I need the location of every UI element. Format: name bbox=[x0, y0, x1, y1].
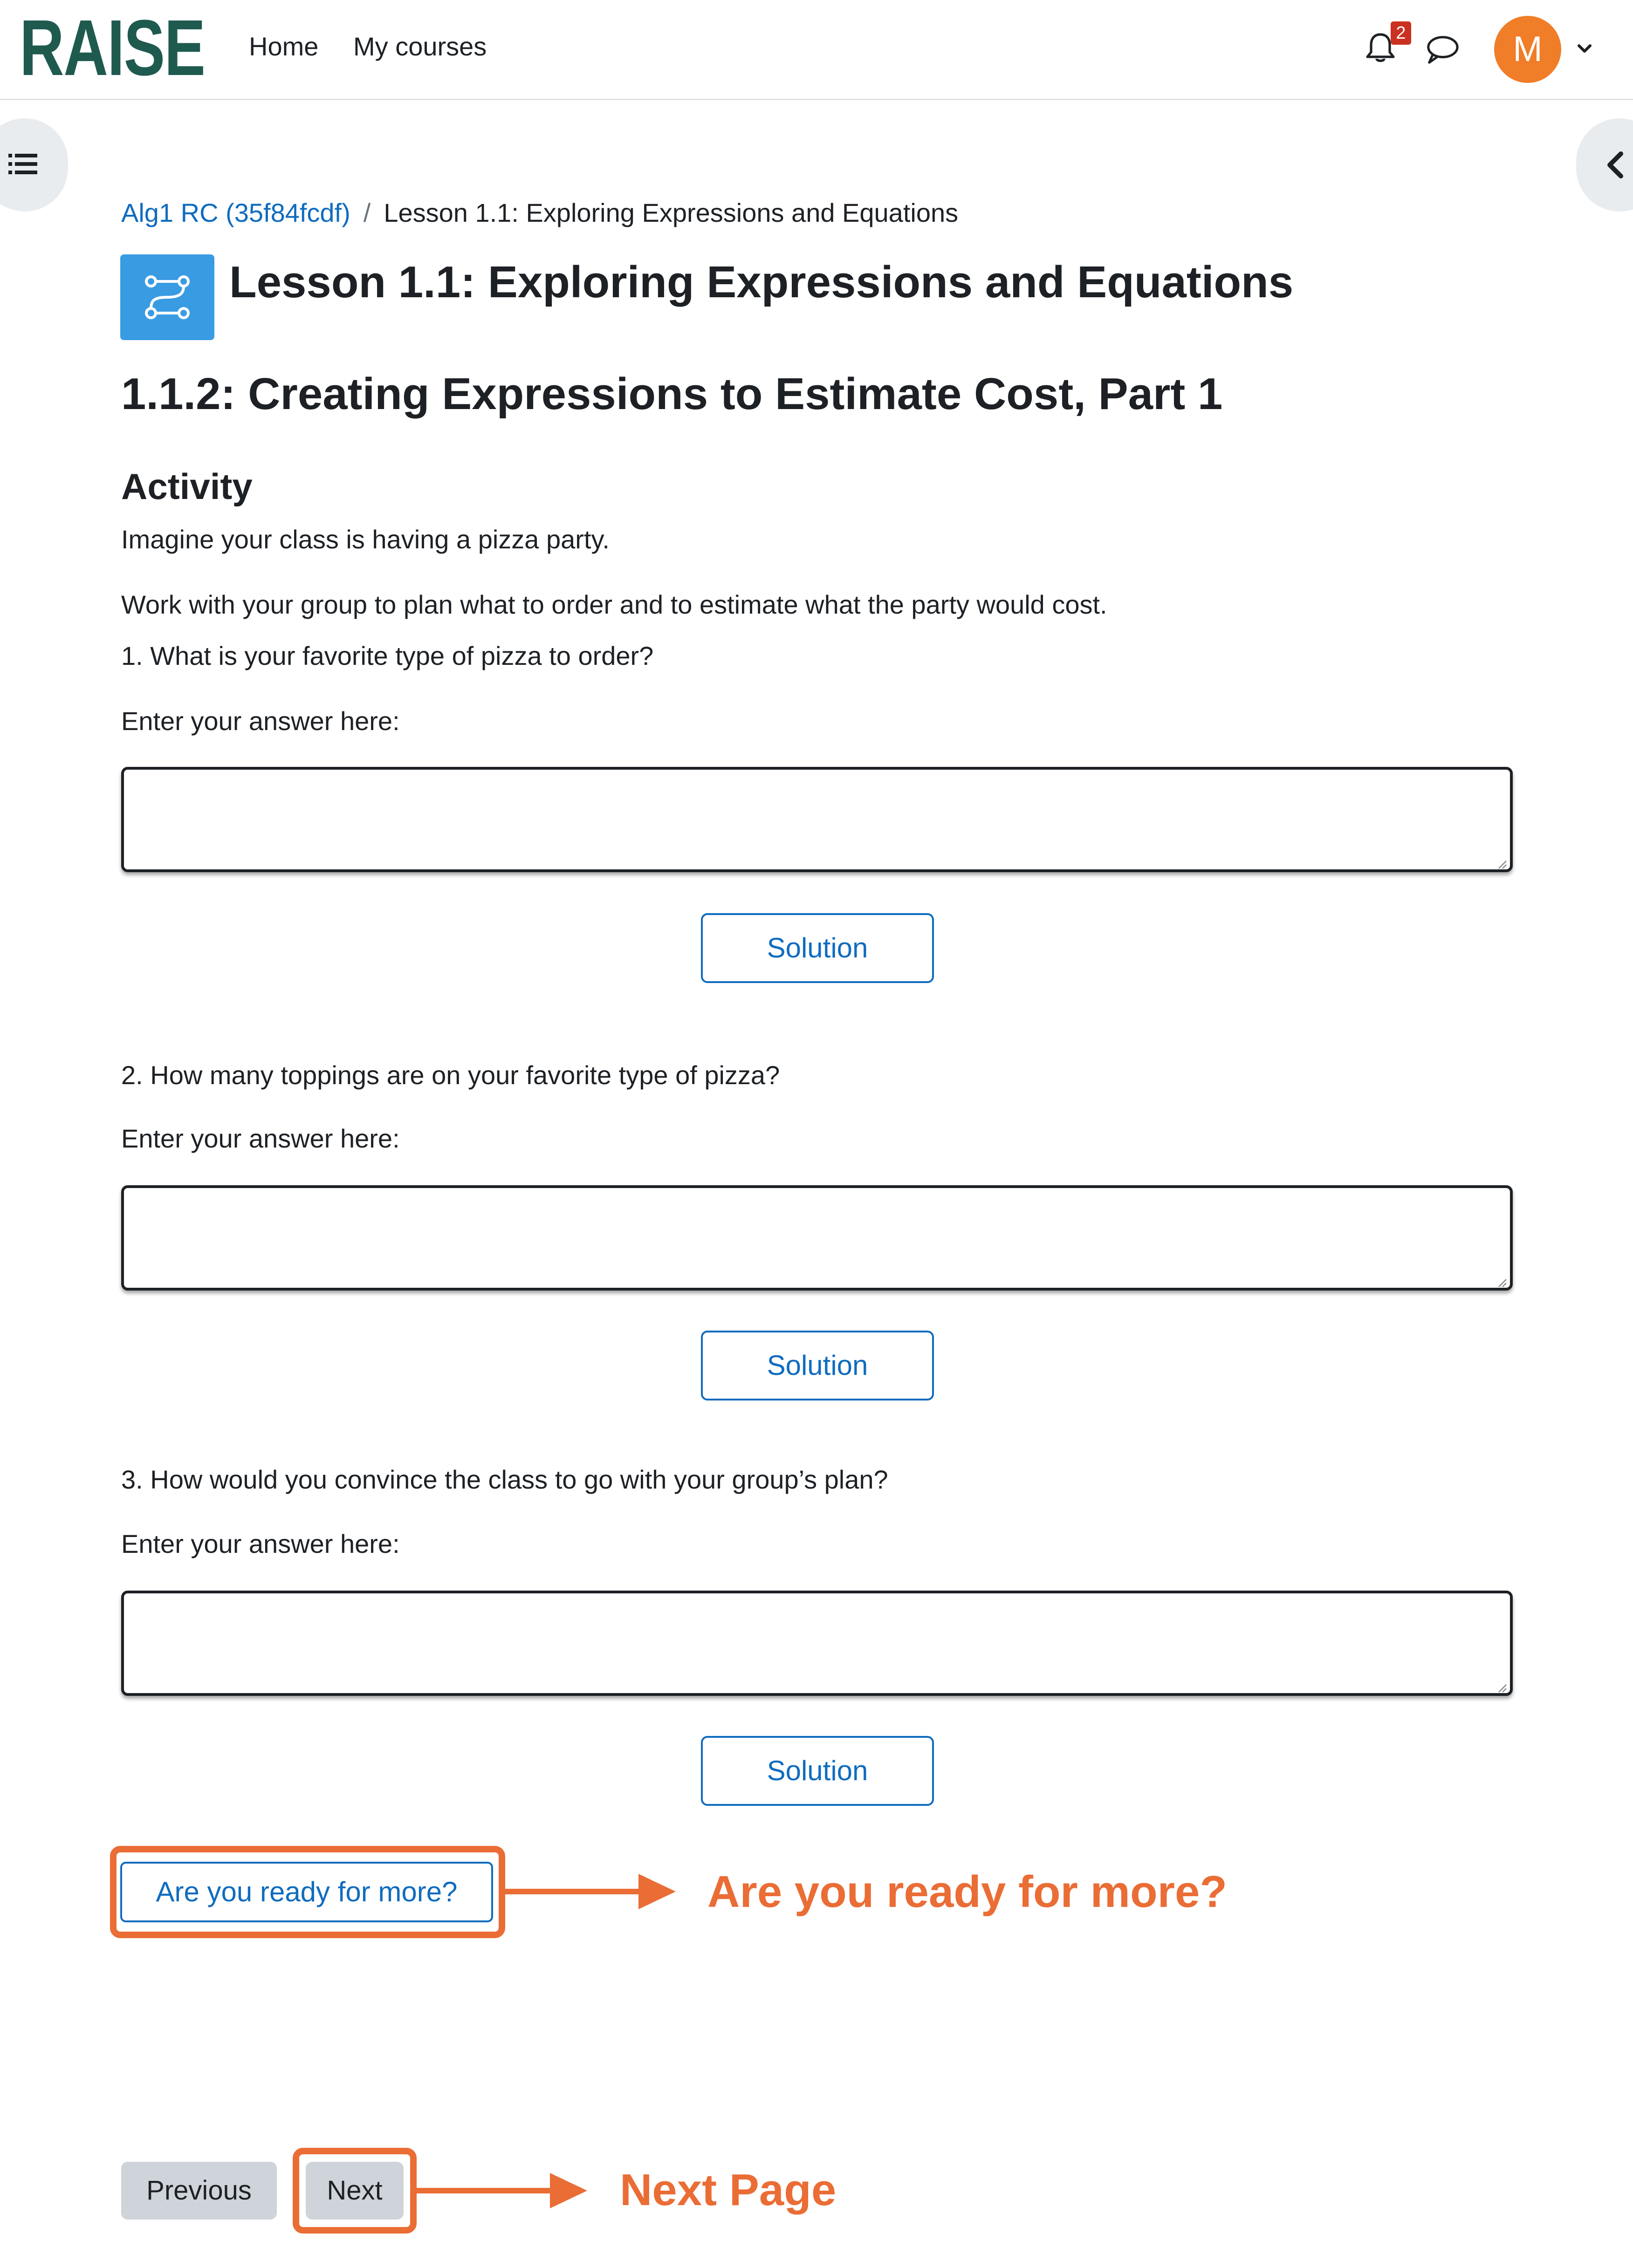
activity-heading: Activity bbox=[121, 466, 253, 507]
chevron-left-icon bbox=[1607, 151, 1623, 178]
ready-for-more-button[interactable]: Are you ready for more? bbox=[120, 1862, 493, 1922]
question-2-solution-button[interactable]: Solution bbox=[701, 1331, 934, 1400]
chat-bubble-icon[interactable] bbox=[1423, 34, 1461, 66]
page-subtitle: 1.1.2: Creating Expressions to Estimate … bbox=[121, 369, 1223, 419]
question-2-prompt: 2. How many toppings are on your favorit… bbox=[121, 1060, 780, 1090]
previous-button[interactable]: Previous bbox=[121, 2162, 277, 2220]
intro-text: Imagine your class is having a pizza par… bbox=[121, 525, 610, 554]
list-icon bbox=[8, 154, 37, 174]
resize-grip-icon[interactable] bbox=[1495, 1276, 1507, 1288]
notification-count-badge: 2 bbox=[1391, 21, 1411, 45]
question-1-answer-label: Enter your answer here: bbox=[121, 706, 400, 736]
question-3-answer-input[interactable] bbox=[121, 1591, 1513, 1696]
page-title: Lesson 1.1: Exploring Expressions and Eq… bbox=[229, 257, 1294, 307]
question-2-answer-input[interactable] bbox=[121, 1185, 1513, 1291]
arrow-right-icon bbox=[415, 2173, 587, 2208]
site-logo[interactable]: RAISE bbox=[20, 8, 206, 88]
breadcrumb: Alg1 RC (35f84fcdf) / Lesson 1.1: Explorin… bbox=[121, 198, 958, 228]
breadcrumb-current: Lesson 1.1: Exploring Expressions and Eq… bbox=[384, 198, 959, 227]
block-drawer-toggle[interactable] bbox=[1576, 118, 1633, 212]
lesson-path-icon bbox=[145, 275, 190, 319]
question-3-prompt: 3. How would you convince the class to g… bbox=[121, 1465, 888, 1494]
question-1-answer-input[interactable] bbox=[121, 767, 1513, 872]
resize-grip-icon[interactable] bbox=[1495, 857, 1507, 869]
question-1-solution-button[interactable]: Solution bbox=[701, 913, 934, 983]
question-1-prompt: 1. What is your favorite type of pizza t… bbox=[121, 641, 654, 670]
nav-my-courses-link[interactable]: My courses bbox=[353, 32, 487, 61]
breadcrumb-separator: / bbox=[363, 198, 371, 227]
ready-for-more-annotation: Are you ready for more? bbox=[707, 1867, 1227, 1917]
next-page-annotation: Next Page bbox=[620, 2165, 837, 2215]
breadcrumb-course-link[interactable]: Alg1 RC (35f84fcdf) bbox=[121, 198, 350, 227]
nav-home-link[interactable]: Home bbox=[249, 32, 318, 61]
instructions-text: Work with your group to plan what to ord… bbox=[121, 590, 1107, 619]
arrow-right-icon bbox=[503, 1874, 676, 1909]
course-index-toggle[interactable] bbox=[0, 118, 68, 212]
question-3-answer-label: Enter your answer here: bbox=[121, 1529, 400, 1558]
question-3-solution-button[interactable]: Solution bbox=[701, 1736, 934, 1806]
lesson-icon bbox=[120, 254, 214, 340]
top-navbar: RAISE Home My courses 2 M bbox=[0, 0, 1633, 100]
question-2-answer-label: Enter your answer here: bbox=[121, 1124, 400, 1153]
resize-grip-icon[interactable] bbox=[1495, 1681, 1507, 1693]
chevron-down-icon[interactable] bbox=[1575, 39, 1594, 58]
next-button[interactable]: Next bbox=[306, 2162, 404, 2220]
user-avatar[interactable]: M bbox=[1494, 16, 1561, 83]
